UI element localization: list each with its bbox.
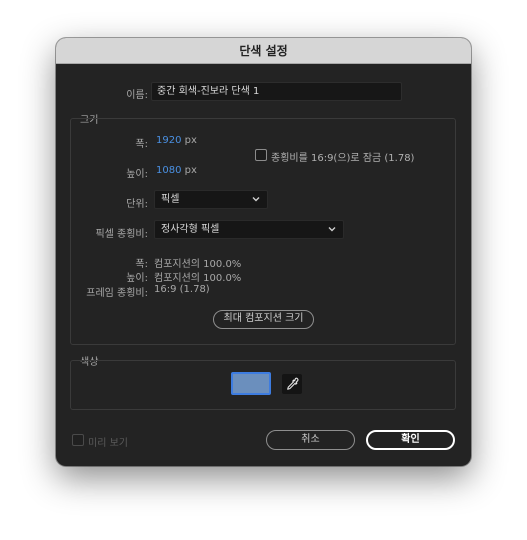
max-comp-size-button[interactable]: 최대 컴포지션 크기	[213, 310, 314, 329]
name-label: 이름:	[126, 90, 148, 101]
eyedropper-button[interactable]	[282, 374, 302, 394]
height-value[interactable]: 1080	[156, 165, 181, 176]
comp-width-value: 컴포지션의 100.0%	[154, 259, 242, 270]
lock-aspect-checkbox[interactable]	[255, 149, 267, 161]
color-swatch[interactable]	[231, 372, 271, 395]
chevron-down-icon	[328, 227, 336, 232]
name-input[interactable]: 중간 회색-진보라 단색 1	[151, 82, 402, 101]
dialog-title: 단색 설정	[56, 38, 471, 64]
height-unit: px	[184, 165, 197, 176]
cancel-button[interactable]: 취소	[266, 430, 355, 450]
comp-height-label: 높이:	[126, 273, 148, 284]
height-label: 높이:	[126, 169, 148, 180]
preview-label[interactable]: 미리 보기	[88, 434, 128, 449]
pixel-aspect-value: 정사각형 픽셀	[161, 224, 220, 235]
preview-checkbox[interactable]	[72, 434, 84, 446]
pixel-aspect-label: 픽셀 종횡비:	[95, 229, 148, 240]
solid-settings-dialog: 단색 설정 이름: 중간 회색-진보라 단색 1 크기 폭: 1920 px 높…	[56, 38, 471, 466]
units-value: 픽셀	[161, 194, 180, 205]
frame-aspect-value: 16:9 (1.78)	[154, 284, 210, 295]
height-field[interactable]: 1080 px	[156, 165, 197, 176]
eyedropper-icon	[287, 377, 299, 390]
units-label: 단위:	[126, 199, 148, 210]
chevron-down-icon	[252, 197, 260, 202]
ok-button[interactable]: 확인	[366, 430, 455, 450]
lock-aspect-label[interactable]: 종횡비를 16:9(으)로 잠금 (1.78)	[271, 149, 414, 164]
pixel-aspect-select[interactable]: 정사각형 픽셀	[154, 220, 344, 239]
frame-aspect-label: 프레임 종횡비:	[86, 288, 148, 299]
comp-height-value: 컴포지션의 100.0%	[154, 273, 242, 284]
units-select[interactable]: 픽셀	[154, 190, 268, 209]
width-value[interactable]: 1920	[156, 135, 181, 146]
width-unit: px	[184, 135, 197, 146]
width-label: 폭:	[135, 139, 148, 150]
width-field[interactable]: 1920 px	[156, 135, 197, 146]
comp-width-label: 폭:	[135, 259, 148, 270]
